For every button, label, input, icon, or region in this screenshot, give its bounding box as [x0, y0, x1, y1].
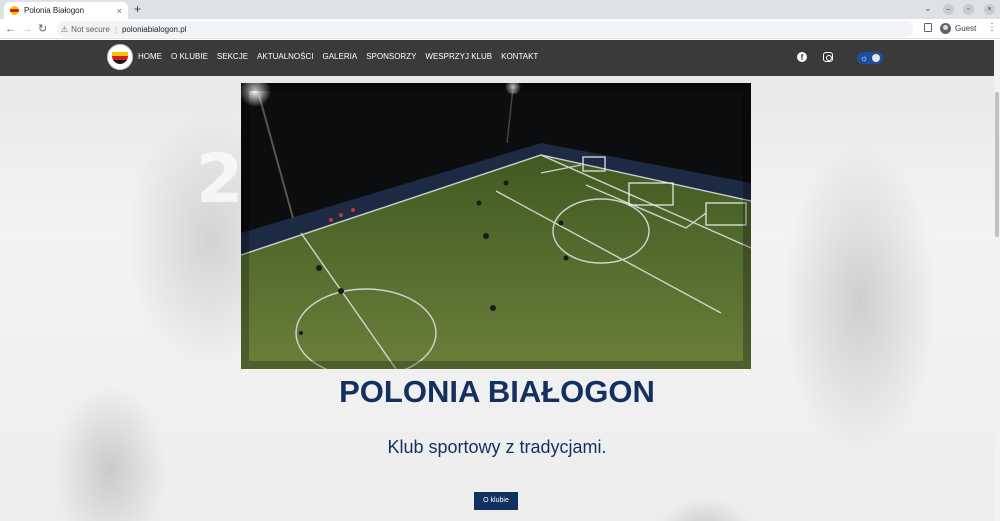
minimize-button[interactable]: – [943, 4, 954, 15]
main-menu: HOME O KLUBIE SEKCJE AKTUALNOŚCI GALERIA… [138, 52, 538, 61]
tab-strip: Polonia Białogon × + ⌄ – ▫ × [0, 0, 1000, 19]
facebook-icon[interactable]: f [797, 52, 807, 62]
club-logo[interactable] [107, 44, 133, 70]
tab-search-icon[interactable]: ⌄ [924, 3, 932, 14]
address-toolbar: ← → ↻ ⚠ Not secure | poloniabialogon.pl … [0, 19, 1000, 39]
browser-menu-icon[interactable]: ⋮ [987, 22, 997, 33]
nav-sekcje[interactable]: SEKCJE [217, 52, 248, 61]
nav-galeria[interactable]: GALERIA [323, 52, 358, 61]
url-text[interactable]: poloniabialogon.pl [122, 25, 187, 34]
warning-icon[interactable]: ⚠ [61, 25, 68, 34]
sun-icon: ☼ [860, 53, 869, 63]
side-panel-icon[interactable] [924, 23, 932, 32]
omnibox-separator: | [114, 24, 117, 34]
page-viewport: 2 HOME O KLUBIE SEKCJE AKTUALNOŚCI GALER… [0, 40, 1000, 521]
tab-title: Polonia Białogon [24, 6, 85, 15]
forward-icon[interactable]: → [21, 22, 32, 36]
hero-subtitle: Klub sportowy z tradycjami. [387, 437, 607, 457]
profile-label: Guest [955, 24, 977, 33]
profile-icon [940, 23, 951, 34]
nav-sponsorzy[interactable]: SPONSORZY [366, 52, 416, 61]
instagram-icon[interactable] [823, 52, 833, 62]
nav-home[interactable]: HOME [138, 52, 162, 61]
security-label[interactable]: Not secure [71, 25, 110, 34]
background-jersey-number: 2 [196, 140, 244, 219]
nav-kontakt[interactable]: KONTAKT [501, 52, 538, 61]
scrollbar-thumb[interactable] [995, 92, 999, 237]
new-tab-button[interactable]: + [134, 2, 141, 16]
back-icon[interactable]: ← [5, 22, 16, 36]
tab-active[interactable]: Polonia Białogon × [4, 2, 128, 19]
theme-toggle[interactable]: ☼ [857, 52, 883, 64]
toggle-knob [872, 54, 880, 62]
logo-crest-icon [112, 52, 128, 64]
hero-title: POLONIA BIAŁOGON [339, 374, 655, 409]
nav-o-klubie[interactable]: O KLUBIE [171, 52, 208, 61]
nav-aktualnosci[interactable]: AKTUALNOŚCI [257, 52, 313, 61]
reload-icon[interactable]: ↻ [38, 22, 47, 36]
stadium-illustration [241, 83, 751, 369]
site-navbar: HOME O KLUBIE SEKCJE AKTUALNOŚCI GALERIA… [0, 40, 994, 76]
about-club-button[interactable]: O klubie [474, 492, 518, 510]
restore-button[interactable]: ▫ [963, 4, 974, 15]
address-bar[interactable]: ⚠ Not secure | poloniabialogon.pl [57, 21, 913, 37]
tab-close-icon[interactable]: × [117, 6, 122, 16]
hero-stadium-image [241, 83, 751, 369]
close-window-button[interactable]: × [984, 4, 995, 15]
favicon-icon [10, 6, 19, 15]
page-scrollbar[interactable] [994, 40, 1000, 521]
nav-wesprzyj-klub[interactable]: WESPRZYJ KLUB [425, 52, 492, 61]
profile-button[interactable]: Guest [940, 23, 976, 34]
